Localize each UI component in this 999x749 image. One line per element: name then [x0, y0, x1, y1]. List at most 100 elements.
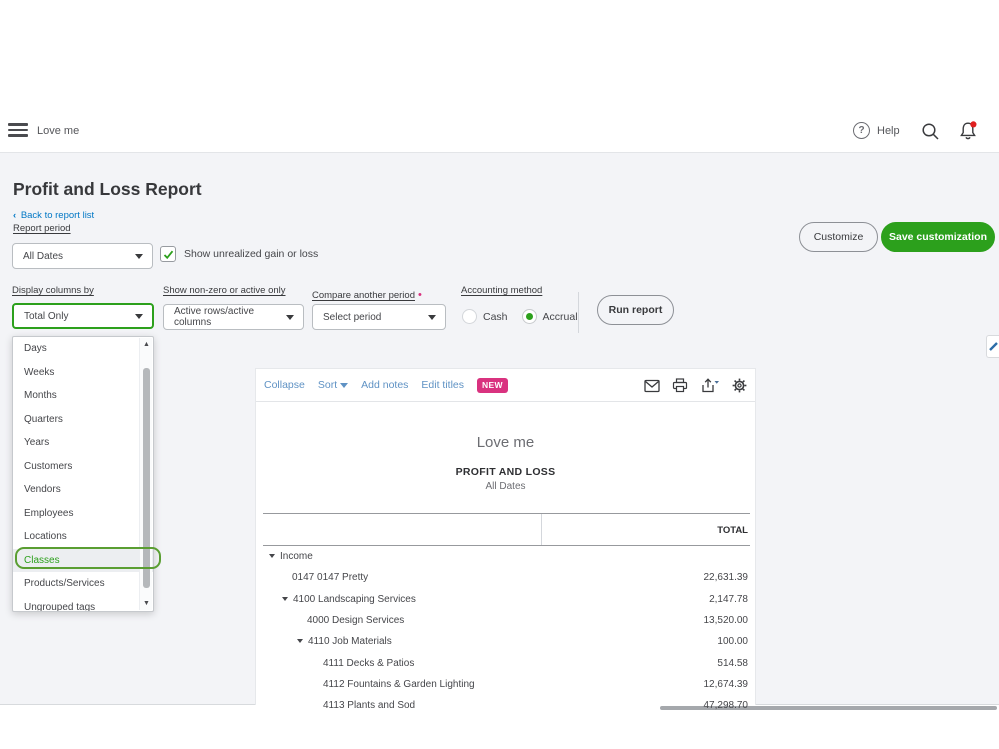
table-row[interactable]: 4112 Fountains & Garden Lighting12,674.3… — [263, 674, 750, 695]
cash-radio[interactable]: Cash — [462, 309, 508, 324]
account-total: 13,520.00 — [704, 615, 749, 626]
report-date-range: All Dates — [256, 481, 755, 492]
table-row[interactable]: 4110 Job Materials 100.00 — [263, 631, 750, 652]
save-customization-button[interactable]: Save customization — [881, 222, 995, 252]
unrealized-gain-row: Show unrealized gain or loss — [160, 246, 318, 262]
dropdown-item-customers[interactable]: Customers — [13, 455, 153, 479]
account-name: 4113 Plants and Sod — [323, 700, 415, 711]
account-total: 47,298.70 — [704, 700, 749, 711]
search-icon[interactable] — [921, 122, 940, 146]
company-name: Love me — [37, 125, 79, 137]
dropdown-item-products-services[interactable]: Products/Services — [13, 572, 153, 596]
back-to-report-list-link[interactable]: ‹ Back to report list — [13, 210, 94, 221]
account-name: 4110 Job Materials — [308, 636, 392, 647]
unrealized-gain-checkbox[interactable] — [160, 246, 176, 262]
new-badge: NEW — [477, 378, 508, 393]
accounting-method-radios: Cash Accrual — [462, 309, 578, 324]
email-icon[interactable] — [644, 379, 660, 393]
add-notes-link[interactable]: Add notes — [361, 379, 408, 391]
report-company-name: Love me — [256, 434, 755, 451]
pencil-icon — [987, 336, 999, 357]
dropdown-item-quarters[interactable]: Quarters — [13, 408, 153, 432]
filter-divider — [578, 292, 579, 333]
account-name: 4111 Decks & Patios — [323, 658, 414, 669]
dropdown-item-days[interactable]: Days — [13, 337, 153, 361]
collapse-triangle-icon[interactable] — [297, 639, 303, 643]
show-nonzero-value: Active rows/active columns — [174, 306, 281, 328]
display-columns-dropdown-menu: DaysWeeksMonthsQuartersYearsCustomersVen… — [12, 336, 154, 612]
feedback-tab-button[interactable] — [986, 335, 999, 358]
dropdown-item-vendors[interactable]: Vendors — [13, 478, 153, 502]
scroll-up-icon[interactable]: ▲ — [140, 341, 153, 348]
report-period-label[interactable]: Report period — [13, 223, 71, 234]
scrollbar-thumb[interactable] — [143, 368, 150, 588]
report-period-value: All Dates — [23, 251, 63, 262]
account-total: 2,147.78 — [709, 594, 748, 605]
account-total: 12,674.39 — [704, 679, 749, 690]
account-name: Income — [280, 551, 313, 562]
compare-period-value: Select period — [323, 312, 381, 323]
dropdown-item-years[interactable]: Years — [13, 431, 153, 455]
dropdown-item-ungrouped-tags[interactable]: Ungrouped tags — [13, 596, 153, 613]
app-window: Love me ? Help Profit and Loss Report ‹ … — [0, 0, 999, 749]
unrealized-gain-label: Show unrealized gain or loss — [184, 248, 318, 260]
help-button[interactable]: ? Help — [853, 122, 900, 139]
table-row[interactable]: 4100 Landscaping Services2,147.78 — [263, 589, 750, 610]
compare-period-select[interactable]: Select period — [312, 304, 446, 330]
help-icon: ? — [853, 122, 870, 139]
chevron-left-icon: ‹ — [13, 210, 16, 221]
total-column-header: TOTAL — [717, 525, 748, 536]
radio-circle-icon — [462, 309, 477, 324]
report-period-select[interactable]: All Dates — [12, 243, 153, 269]
report-header: Love me PROFIT AND LOSS All Dates — [256, 434, 755, 492]
dropdown-item-weeks[interactable]: Weeks — [13, 361, 153, 385]
chevron-down-icon — [340, 383, 348, 388]
run-report-button[interactable]: Run report — [597, 295, 674, 325]
page-title: Profit and Loss Report — [13, 179, 202, 200]
accounting-method-label[interactable]: Accounting method — [461, 285, 542, 296]
export-icon[interactable] — [700, 378, 720, 393]
table-header-row: TOTAL — [263, 513, 750, 546]
account-total: 514.58 — [717, 658, 748, 669]
chevron-down-icon — [135, 314, 143, 319]
settings-icon[interactable] — [732, 378, 747, 393]
edit-titles-link[interactable]: Edit titles — [421, 379, 464, 391]
scroll-down-icon[interactable]: ▼ — [140, 600, 153, 607]
table-row[interactable]: 4000 Design Services 13,520.00 — [263, 610, 750, 631]
chevron-down-icon — [428, 315, 436, 320]
dropdown-item-employees[interactable]: Employees — [13, 502, 153, 526]
dropdown-item-months[interactable]: Months — [13, 384, 153, 408]
display-columns-by-label[interactable]: Display columns by — [12, 285, 94, 296]
dropdown-item-locations[interactable]: Locations — [13, 525, 153, 549]
radio-selected-icon — [522, 309, 537, 324]
sort-link[interactable]: Sort — [318, 379, 348, 391]
chevron-down-icon — [135, 254, 143, 259]
accrual-radio[interactable]: Accrual — [522, 309, 578, 324]
collapse-triangle-icon[interactable] — [282, 597, 288, 601]
required-dot: • — [418, 289, 422, 301]
display-columns-select[interactable]: Total Only — [12, 303, 154, 329]
table-row[interactable]: 4113 Plants and Sod 47,298.70 — [263, 695, 750, 716]
customize-button[interactable]: Customize — [799, 222, 878, 252]
notifications-bell-icon[interactable] — [957, 120, 979, 147]
top-bar: Love me ? Help — [0, 110, 999, 153]
hamburger-menu-icon[interactable] — [8, 123, 28, 139]
report-toolbar: Collapse Sort Add notes Edit titles NEW — [256, 369, 755, 402]
collapse-triangle-icon[interactable] — [269, 554, 275, 558]
report-panel: Collapse Sort Add notes Edit titles NEW — [255, 368, 756, 705]
compare-period-label[interactable]: Compare another period• — [312, 285, 422, 303]
checkmark-icon — [163, 249, 174, 260]
dropdown-item-classes[interactable]: Classes — [13, 549, 153, 573]
table-row[interactable]: 4111 Decks & Patios 514.58 — [263, 652, 750, 673]
content-area: Profit and Loss Report ‹ Back to report … — [0, 153, 999, 705]
table-row[interactable]: Income — [263, 546, 750, 567]
collapse-link[interactable]: Collapse — [264, 379, 305, 391]
show-nonzero-label[interactable]: Show non-zero or active only — [163, 285, 286, 296]
dropdown-scrollbar[interactable]: ▲ ▼ — [139, 338, 152, 610]
account-total: 100.00 — [717, 636, 748, 647]
account-name: 4000 Design Services — [307, 615, 404, 626]
show-nonzero-select[interactable]: Active rows/active columns — [163, 304, 304, 330]
help-label: Help — [877, 125, 900, 137]
table-row[interactable]: 0147 0147 Pretty22,631.39 — [263, 567, 750, 588]
print-icon[interactable] — [672, 378, 688, 393]
